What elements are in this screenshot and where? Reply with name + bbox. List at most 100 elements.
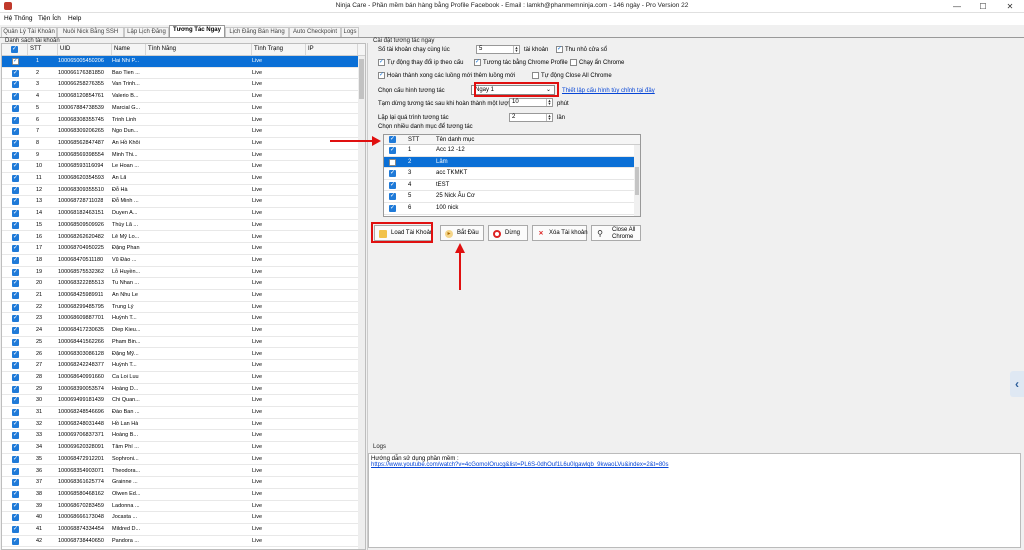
table-row[interactable]: ✓ 27 100068242248377 Huỳnh T... Live: [2, 360, 358, 372]
row-checkbox[interactable]: ✓: [12, 186, 19, 194]
minimize-window-checkbox[interactable]: ✓ Thu nhỏ cửa sổ: [556, 46, 607, 53]
accounts-scrollbar[interactable]: [358, 56, 365, 549]
scroll-thumb[interactable]: [359, 59, 364, 99]
table-row[interactable]: ✓ 2 100066176381850 Bao Tien ... Live: [2, 68, 358, 80]
col-tinh-nang[interactable]: Tính Năng: [146, 44, 252, 55]
row-checkbox[interactable]: ✓: [12, 69, 19, 77]
category-checkbox[interactable]: ✓: [389, 193, 396, 201]
table-row[interactable]: ✓ 18 100068470511180 Vũ Đào ... Live: [2, 255, 358, 267]
table-row[interactable]: ✓ 41 100068874334454 Mildred D... Live: [2, 524, 358, 536]
col-select-all[interactable]: ✓: [2, 44, 28, 55]
row-checkbox[interactable]: ✓: [12, 315, 19, 323]
repeat-spinner[interactable]: ▲ ▼: [546, 114, 552, 121]
table-row[interactable]: ✓ 23 100068609887701 Huỳnh T... Live: [2, 313, 358, 326]
row-checkbox[interactable]: ✓: [12, 175, 19, 182]
table-row[interactable]: ✓ 39 100068670283459 Ladonna ... Live: [2, 501, 358, 513]
table-row[interactable]: ✓ 33 100069706837371 Hoàng B... Live: [2, 430, 358, 443]
close-button[interactable]: ✕: [997, 1, 1023, 12]
row-checkbox[interactable]: ✓: [12, 81, 19, 89]
table-row[interactable]: ✓ 34 100069620328091 Tâm Phí ... Live: [2, 442, 358, 454]
row-checkbox[interactable]: ✓: [12, 479, 19, 487]
table-row[interactable]: ✓ 9 100068569398554 Minh Thi... Live: [2, 150, 358, 162]
row-checkbox[interactable]: ✓: [12, 338, 19, 346]
table-row[interactable]: ✓ 20 100068322285513 Tu Nhan ... Live: [2, 278, 358, 290]
row-checkbox[interactable]: ✓: [12, 210, 19, 218]
table-row[interactable]: ✓ 10 100068593116094 Le Hoan ... Live: [2, 161, 358, 173]
row-checkbox[interactable]: ✓: [12, 467, 19, 475]
category-select-all[interactable]: ✓: [389, 136, 396, 143]
chrome-profile-checkbox[interactable]: ✓ Tương tác bằng Chrome Profile: [474, 59, 568, 66]
row-checkbox[interactable]: ✓: [12, 58, 19, 65]
row-checkbox[interactable]: ✓: [12, 455, 19, 463]
chevron-left-icon[interactable]: ‹: [1010, 371, 1024, 397]
col-tinh-trang[interactable]: Tình Trạng: [252, 44, 306, 55]
logs-youtube-link[interactable]: https://www.youtube.com/watch?v=4cGomoIO…: [371, 462, 1018, 468]
row-checkbox[interactable]: ✓: [12, 151, 19, 159]
row-checkbox[interactable]: ✓: [12, 350, 19, 358]
category-checkbox[interactable]: ✓: [389, 158, 396, 166]
table-row[interactable]: ✓ 28 100068640991660 Ca Loi Luu Live: [2, 372, 358, 384]
table-row[interactable]: ✓ 29 100068390053574 Hoàng D... Live: [2, 384, 358, 396]
start-button[interactable]: ▸ Bắt Đầu: [440, 225, 484, 241]
table-row[interactable]: ✓ 4 100068120854761 Valerio B... Live: [2, 91, 358, 103]
table-row[interactable]: ✓ 14 100068182463151 Duyen A... Live: [2, 208, 358, 220]
tab-tuong-tac-ngay[interactable]: Tương Tác Ngay: [169, 25, 225, 37]
row-checkbox[interactable]: ✓: [12, 163, 19, 171]
row-checkbox[interactable]: ✓: [12, 526, 19, 533]
category-checkbox[interactable]: ✓: [389, 205, 396, 212]
tab-lich-dang-ban-hang[interactable]: Lịch Đăng Bán Hàng: [225, 27, 289, 37]
col-uid[interactable]: UID: [58, 44, 112, 55]
tab-nuoi-nick-ssh[interactable]: Nuôi Nick Bằng SSH: [57, 27, 124, 37]
table-row[interactable]: ✓ 19 100068575532362 Lỗ Huyền... Live: [2, 267, 358, 279]
col-name[interactable]: Name: [112, 44, 146, 55]
row-checkbox[interactable]: ✓: [12, 432, 19, 440]
table-row[interactable]: ✓ 15 100068509509926 Thùy Lã ... Live: [2, 220, 358, 232]
row-checkbox[interactable]: ✓: [12, 420, 19, 428]
table-row[interactable]: ✓ 35 100068472912201 Sophroni... Live: [2, 454, 358, 466]
row-checkbox[interactable]: ✓: [12, 268, 19, 276]
table-row[interactable]: ✓ 24 100068417230635 Diep Kieu... Live: [2, 325, 358, 337]
list-item[interactable]: ✓ 4 tEST: [384, 180, 634, 192]
table-row[interactable]: ✓ 22 100068299485795 Trung Lý Live: [2, 302, 358, 314]
maximize-button[interactable]: ☐: [970, 1, 996, 12]
table-row[interactable]: ✓ 30 100069499181439 Chi Quan... Live: [2, 395, 358, 407]
pause-input[interactable]: 10 ▲ ▼: [509, 98, 553, 107]
list-item[interactable]: ✓ 5 25 Nick Âu Cơ: [384, 191, 634, 203]
delete-accounts-button[interactable]: ✕ Xóa Tài khoản: [532, 225, 588, 241]
table-row[interactable]: ✓ 12 100068309355510 Đỗ Hà Live: [2, 185, 358, 197]
menu-help[interactable]: Help: [68, 15, 81, 22]
category-scrollbar[interactable]: [634, 145, 640, 216]
row-checkbox[interactable]: ✓: [12, 502, 19, 510]
row-checkbox[interactable]: ✓: [12, 221, 19, 229]
row-checkbox[interactable]: ✓: [12, 385, 19, 393]
table-row[interactable]: ✓ 7 100068309206265 Ngo Dun... Live: [2, 126, 358, 138]
config-link[interactable]: Thiết lập cấu hình tùy chỉnh tại đây: [562, 88, 655, 94]
row-checkbox[interactable]: ✓: [12, 303, 19, 311]
list-item[interactable]: ✓ 2 Lâm: [384, 156, 634, 169]
tab-quan-ly-tai-khoan[interactable]: Quản Lý Tài Khoản: [1, 27, 57, 37]
row-checkbox[interactable]: ✓: [12, 116, 19, 124]
row-checkbox[interactable]: ✓: [12, 397, 19, 405]
add-thread-checkbox[interactable]: ✓ Hoàn thành xong các luồng mới thêm luồn…: [378, 72, 515, 79]
row-checkbox[interactable]: ✓: [12, 514, 19, 522]
concurrent-spinner[interactable]: ▲ ▼: [513, 46, 519, 53]
row-checkbox[interactable]: ✓: [12, 327, 19, 335]
row-checkbox[interactable]: ✓: [12, 409, 19, 416]
row-checkbox[interactable]: ✓: [12, 444, 19, 452]
menu-he-thong[interactable]: Hệ Thống: [4, 15, 32, 22]
row-checkbox[interactable]: ✓: [12, 128, 19, 136]
logs-textbox[interactable]: Hướng dẫn sử dụng phần mềm : https://www…: [368, 453, 1021, 548]
menu-tien-ich[interactable]: Tiện Ích: [38, 15, 61, 22]
list-item[interactable]: ✓ 6 100 nick: [384, 203, 634, 215]
table-row[interactable]: ✓ 1 100065005450206 Hai Nhi P... Live: [2, 56, 358, 68]
stop-button[interactable]: Dừng: [488, 225, 528, 241]
table-row[interactable]: ✓ 32 100068248031448 Hồ Lan Hà Live: [2, 419, 358, 431]
category-scroll-thumb[interactable]: [635, 167, 639, 195]
table-row[interactable]: ✓ 37 100068361625774 Grainne ... Live: [2, 477, 358, 489]
row-checkbox[interactable]: ✓: [12, 104, 19, 112]
category-checkbox[interactable]: ✓: [389, 147, 396, 154]
hidden-chrome-checkbox[interactable]: Chạy ẩn Chrome: [570, 59, 624, 66]
tab-lap-lich-dang[interactable]: Lập Lịch Đăng: [124, 27, 169, 37]
row-checkbox[interactable]: ✓: [12, 373, 19, 381]
tab-auto-checkpoint[interactable]: Auto Checkpoint: [289, 27, 341, 37]
